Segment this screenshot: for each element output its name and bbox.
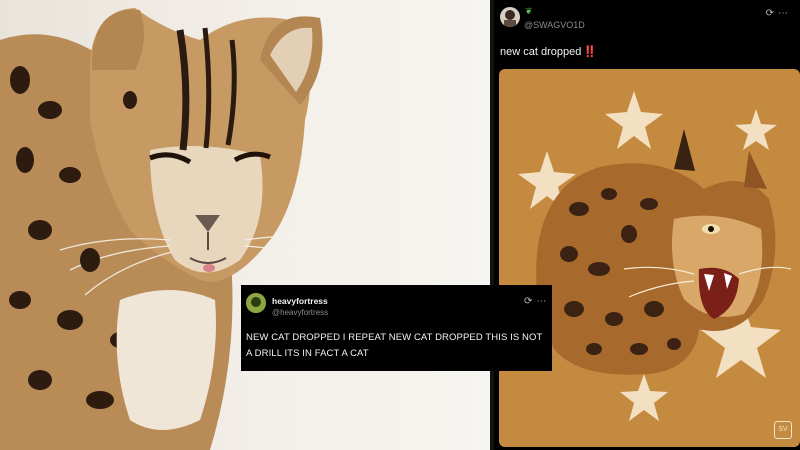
sync-icon[interactable]: ⟳ [766,8,778,19]
cat-artwork[interactable]: SV [499,69,800,447]
avatar[interactable] [246,293,266,313]
tweet-handle[interactable]: @heavyfortress [272,308,328,317]
artist-watermark: SV [774,421,792,439]
cat-artwork-illustration [518,91,792,421]
sprout-icon: ❦ [525,6,533,16]
double-exclamation-icon: ‼️ [583,46,598,58]
tweet-text: NEW CAT DROPPED I REPEAT NEW CAT DROPPED… [246,332,543,359]
more-icon[interactable]: ⋯ [778,8,792,19]
more-icon[interactable]: ⋯ [536,296,550,307]
avatar[interactable] [500,7,520,27]
tweet-card-right[interactable]: ❦ @SWAGVO1D ⟳⋯ new cat dropped ‼️ SV [494,0,800,450]
tweet-card-overlay[interactable]: heavyfortress @heavyfortress ⟳⋯ NEW CAT … [241,285,552,371]
display-name[interactable]: heavyfortress [272,296,328,306]
tweet-text: new cat dropped ‼️ [500,45,597,58]
sync-icon[interactable]: ⟳ [524,296,536,307]
tweet-handle[interactable]: @SWAGVO1D [524,20,585,30]
tweet-text-main: new cat dropped [500,46,582,58]
cat-photo [0,0,490,450]
cat-photo-illustration [0,8,336,450]
